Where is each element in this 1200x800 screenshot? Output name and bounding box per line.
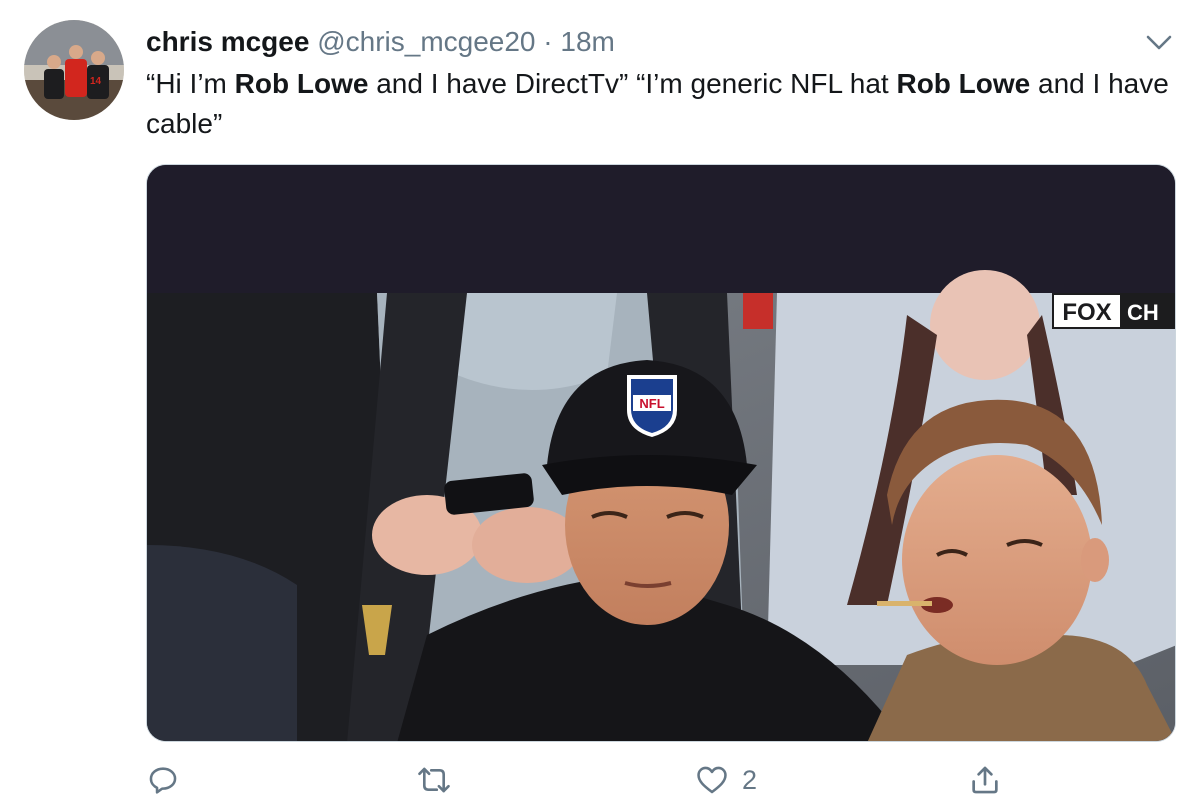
media-photo: FOX CH NFL <box>147 165 1175 741</box>
tweet-text-bold: Rob Lowe <box>234 68 369 99</box>
tweet-text-part: “Hi I’m <box>146 68 235 99</box>
broadcast-logo: FOX <box>1062 299 1111 326</box>
display-name[interactable]: chris mcgee <box>146 26 309 57</box>
tweet-text: “Hi I’m Rob Lowe and I have DirectTv” “I… <box>146 64 1186 144</box>
timestamp[interactable]: 18m <box>560 26 614 57</box>
svg-text:14: 14 <box>90 76 102 87</box>
reply-icon <box>149 767 177 794</box>
tweet-text-part: and I have DirectTv” “I’m generic NFL ha… <box>368 68 897 99</box>
handle[interactable]: @chris_mcgee20 <box>317 26 535 57</box>
like-button[interactable]: 2 <box>694 760 757 800</box>
chevron-down-icon <box>1146 35 1172 50</box>
tweet-media[interactable]: FOX CH NFL <box>146 164 1176 742</box>
avatar-image: 14 <box>24 20 124 120</box>
heart-icon <box>697 766 727 794</box>
retweet-icon <box>418 767 450 793</box>
share-button[interactable] <box>968 760 1002 800</box>
reply-button[interactable] <box>146 760 180 800</box>
meta-separator: · <box>543 26 553 57</box>
tweet-text-bold: Rob Lowe <box>896 68 1031 99</box>
avatar[interactable]: 14 <box>24 20 124 120</box>
retweet-button[interactable] <box>416 760 452 800</box>
tweet-header: chris mcgee @chris_mcgee20 · 18m <box>146 24 1140 60</box>
more-options-button[interactable] <box>1142 26 1176 60</box>
broadcast-ticker: CH <box>1127 300 1159 325</box>
tweet-actions: 2 <box>146 760 1186 800</box>
share-icon <box>972 766 998 794</box>
like-count: 2 <box>742 764 758 795</box>
hat-logo-text: NFL <box>639 396 664 411</box>
